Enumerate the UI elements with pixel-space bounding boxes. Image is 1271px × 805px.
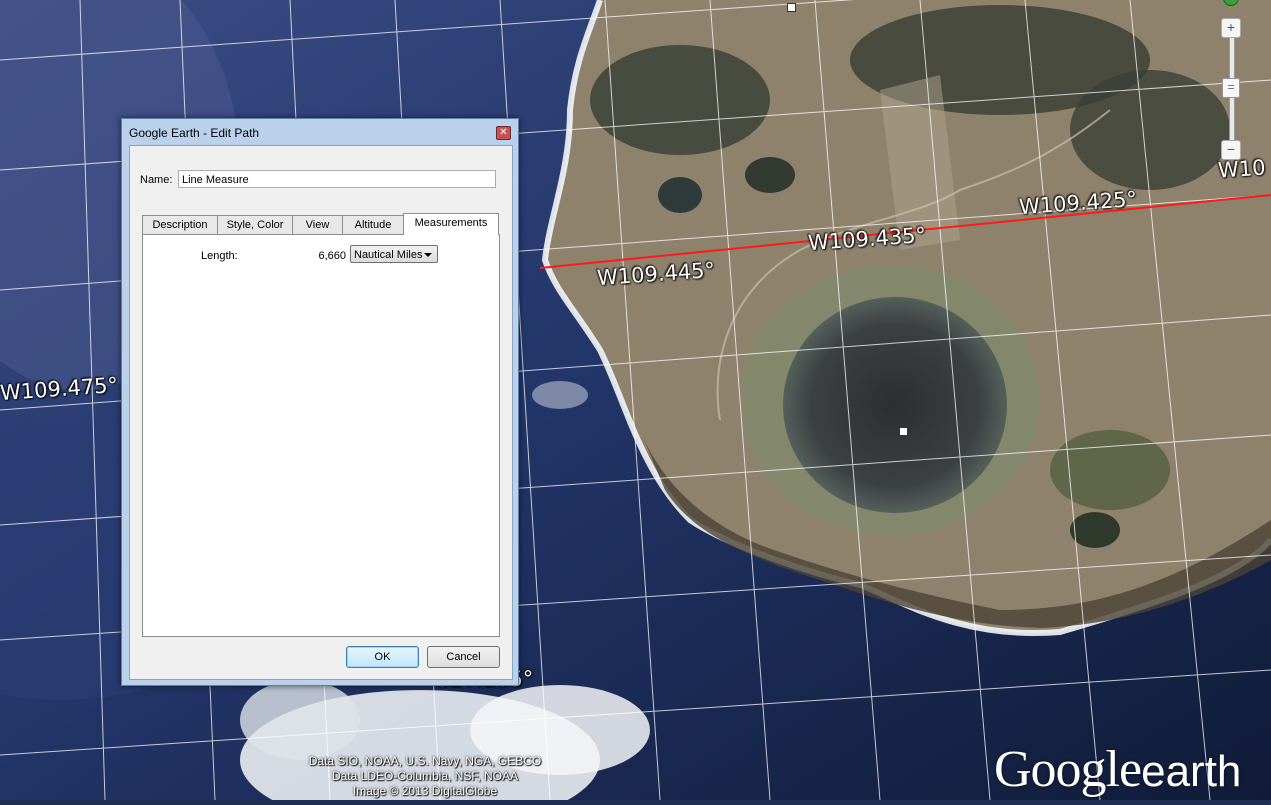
logo-google-text: Google [994, 741, 1142, 798]
tab-style-color[interactable]: Style, Color [217, 215, 293, 234]
tab-description[interactable]: Description [142, 215, 218, 234]
name-label: Name: [140, 174, 173, 186]
attribution-line: Image © 2013 DigitalGlobe [352, 784, 498, 798]
dialog-titlebar[interactable]: Google Earth - Edit Path ✕ [122, 119, 518, 145]
ok-button[interactable]: OK [346, 646, 419, 668]
tab-view[interactable]: View [292, 215, 343, 234]
unit-dropdown[interactable]: Nautical Miles [350, 245, 438, 263]
zoom-slider[interactable]: + = − [1221, 0, 1241, 165]
dialog-title: Google Earth - Edit Path [129, 126, 260, 140]
unit-selected-value: Nautical Miles [354, 249, 423, 261]
tab-altitude[interactable]: Altitude [342, 215, 404, 234]
resize-grip-icon[interactable] [502, 669, 510, 677]
measurements-panel: Length: 6,660 Nautical Miles [142, 234, 500, 637]
logo-earth-text: earth [1141, 747, 1242, 796]
attribution-line: Data LDEO-Columbia, NSF, NOAA [331, 769, 519, 783]
attribution-line: Data SIO, NOAA, U.S. Navy, NGA, GEBCO [308, 754, 542, 768]
navigation-icon[interactable] [1223, 0, 1239, 6]
name-input[interactable]: Line Measure [178, 170, 496, 188]
zoom-in-button[interactable]: + [1221, 18, 1241, 38]
map-attribution: Data SIO, NOAA, U.S. Navy, NGA, GEBCO Da… [300, 754, 550, 799]
tab-measurements[interactable]: Measurements [403, 213, 499, 235]
close-icon[interactable]: ✕ [496, 126, 511, 140]
google-earth-logo: Googleearth [994, 740, 1241, 799]
cancel-button[interactable]: Cancel [427, 646, 500, 668]
zoom-out-button[interactable]: − [1221, 140, 1241, 160]
placemark-icon[interactable] [787, 3, 796, 12]
placemark-icon[interactable] [899, 427, 908, 436]
chevron-down-icon [424, 253, 432, 257]
length-value: 6,660 [318, 250, 346, 262]
dialog-body: Name: Line Measure Description Style, Co… [129, 145, 513, 680]
edit-path-dialog[interactable]: Google Earth - Edit Path ✕ Name: Line Me… [121, 118, 519, 686]
zoom-thumb[interactable]: = [1222, 78, 1240, 98]
length-label: Length: [201, 250, 238, 262]
